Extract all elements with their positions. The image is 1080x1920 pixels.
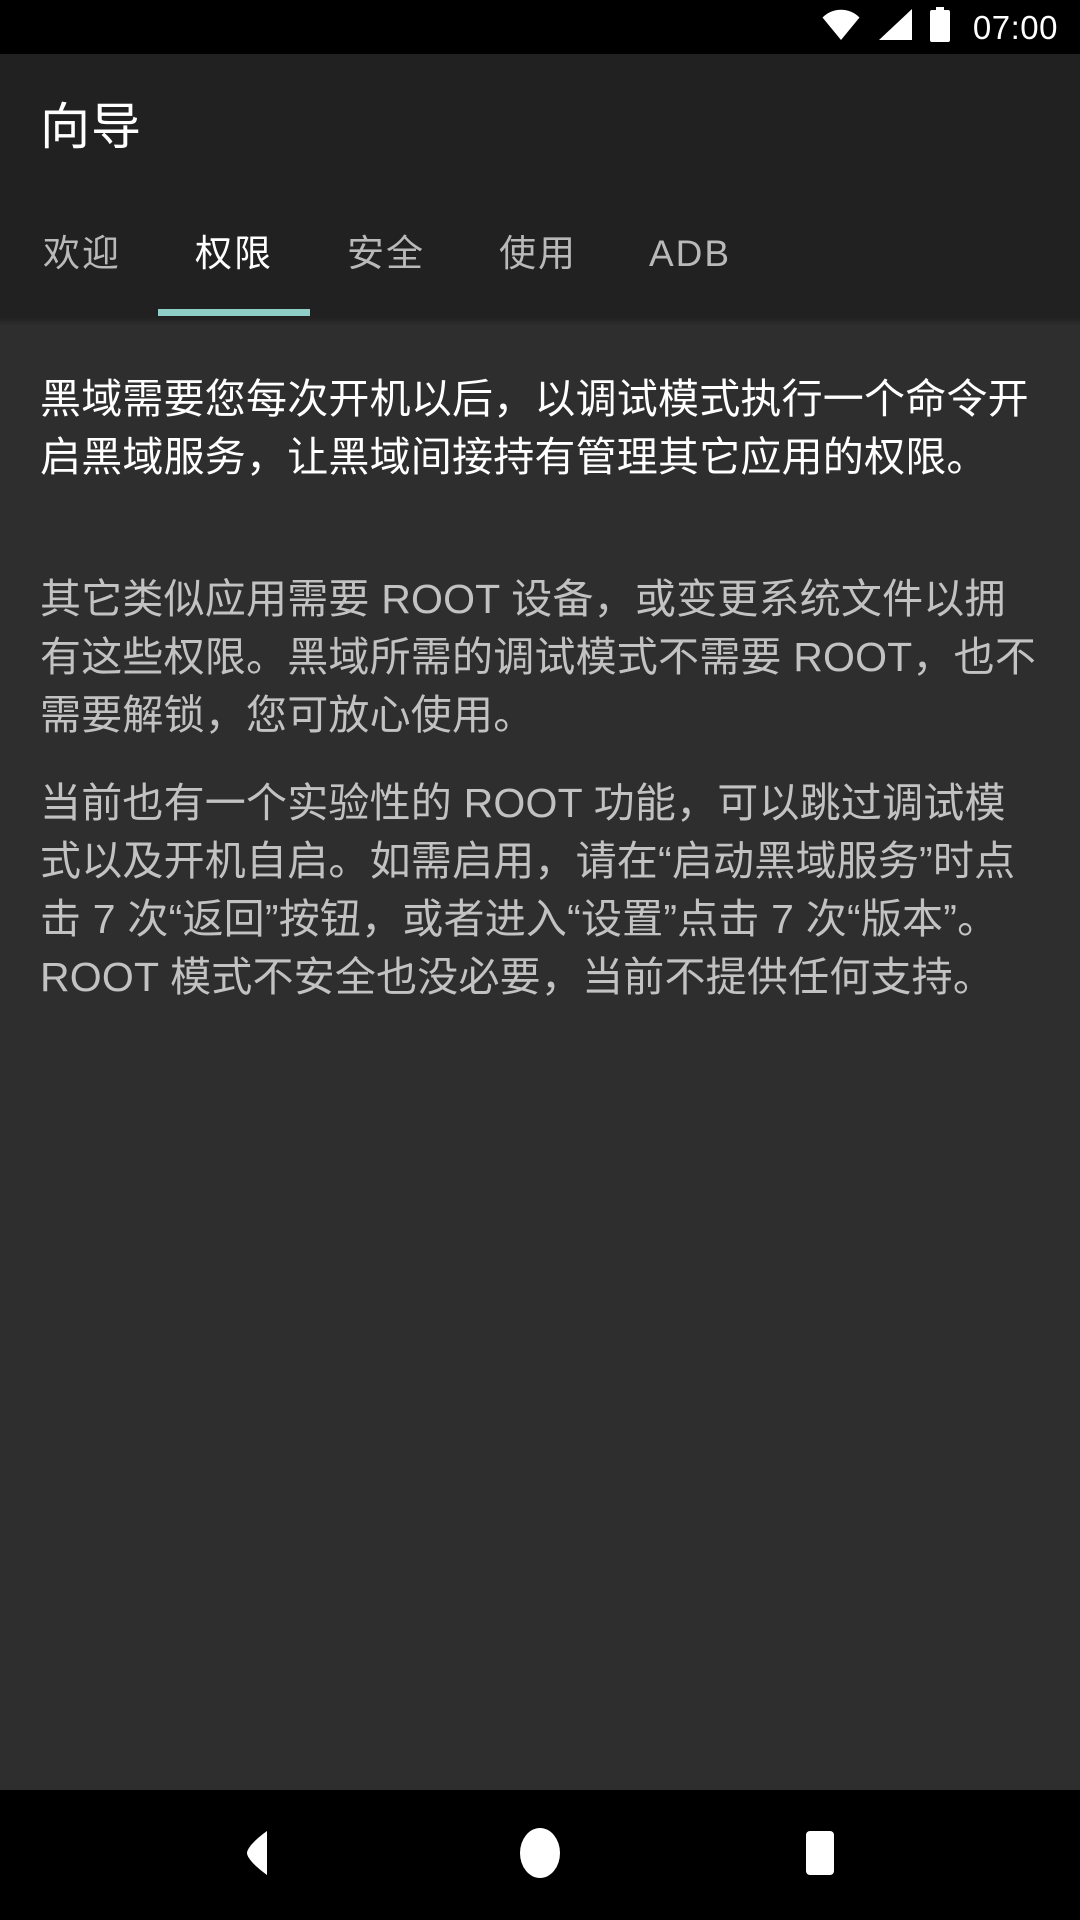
tab-strip: 欢迎 权限 安全 使用 ADB: [0, 199, 1080, 316]
tab-welcome[interactable]: 欢迎: [6, 199, 158, 316]
tab-indicator-active: [158, 309, 310, 316]
phone-screen: 07:00 向导 欢迎 权限 安全 使用 ADB 黑域需要您每次开机以后，以调试…: [0, 0, 1080, 1920]
status-bar-icons: [821, 7, 951, 47]
paragraph-intro: 黑域需要您每次开机以后，以调试模式执行一个命令开启黑域服务，让黑域间接持有管理其…: [40, 376, 1029, 480]
paragraph-root-comparison: 其它类似应用需要 ROOT 设备，或变更系统文件以拥有这些权限。黑域所需的调试模…: [40, 576, 1037, 738]
tab-label: ADB: [648, 233, 732, 274]
tab-indicator: [6, 309, 158, 316]
tab-permissions[interactable]: 权限: [158, 199, 310, 316]
tab-label: 安全: [347, 233, 425, 274]
battery-icon: [929, 7, 951, 47]
tab-usage[interactable]: 使用: [462, 199, 614, 316]
signal-icon: [876, 8, 914, 46]
home-icon: [518, 1827, 562, 1884]
tab-label: 权限: [195, 233, 273, 274]
status-bar: 07:00: [0, 0, 1080, 54]
nav-recents-button[interactable]: [765, 1800, 875, 1910]
tab-adb[interactable]: ADB: [614, 199, 766, 316]
tab-indicator: [310, 309, 462, 316]
app-bar-shadow: [0, 316, 1080, 326]
tab-indicator: [462, 309, 614, 316]
paragraph-root-experimental: 当前也有一个实验性的 ROOT 功能，可以跳过调试模式以及开机自启。如需启用，请…: [40, 780, 1016, 1000]
nav-home-button[interactable]: [485, 1800, 595, 1910]
app-bar-title-row: 向导: [0, 54, 1080, 199]
recents-icon: [799, 1830, 841, 1881]
tab-content-permissions: 黑域需要您每次开机以后，以调试模式执行一个命令开启黑域服务，让黑域间接持有管理其…: [0, 326, 1080, 1790]
tab-indicator: [614, 309, 766, 316]
status-bar-clock: 07:00: [972, 8, 1058, 46]
system-navigation-bar: [0, 1790, 1080, 1920]
nav-back-button[interactable]: [205, 1800, 315, 1910]
back-icon: [237, 1829, 283, 1882]
app-bar: 向导 欢迎 权限 安全 使用 ADB: [0, 54, 1080, 316]
tab-label: 使用: [499, 233, 577, 274]
tab-label: 欢迎: [43, 233, 121, 274]
wifi-icon: [821, 8, 861, 46]
page-title: 向导: [40, 98, 142, 155]
tab-security[interactable]: 安全: [310, 199, 462, 316]
